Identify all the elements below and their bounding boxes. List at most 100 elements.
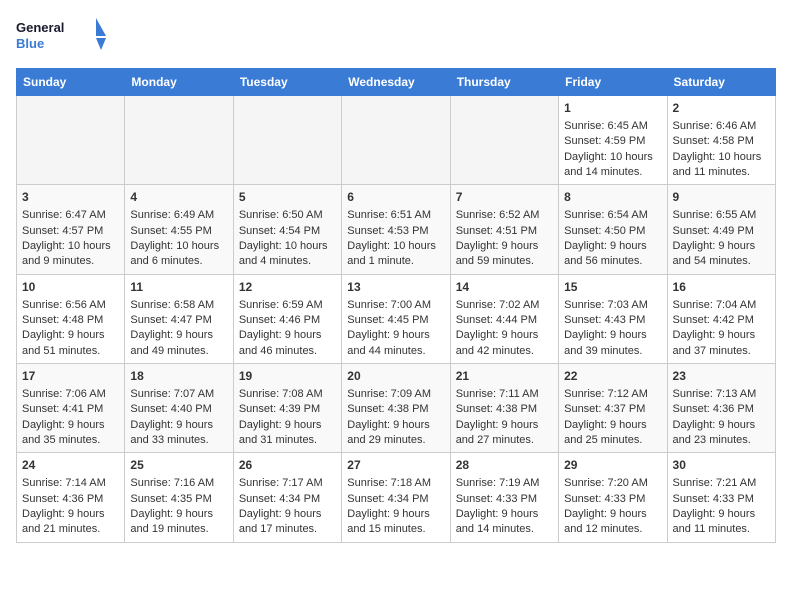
calendar-week-3: 10Sunrise: 6:56 AMSunset: 4:48 PMDayligh…: [17, 274, 776, 363]
day-info: Sunrise: 7:00 AM: [347, 298, 444, 313]
day-info: Sunset: 4:35 PM: [130, 492, 227, 507]
day-number: 5: [239, 189, 336, 206]
calendar-cell: [233, 96, 341, 185]
day-info: Sunset: 4:38 PM: [456, 402, 553, 417]
day-info: Daylight: 10 hours and 1 minute.: [347, 239, 444, 270]
day-info: Daylight: 10 hours and 14 minutes.: [564, 150, 661, 181]
svg-text:Blue: Blue: [16, 36, 44, 51]
day-info: Sunrise: 7:14 AM: [22, 476, 119, 491]
day-info: Sunrise: 6:47 AM: [22, 208, 119, 223]
calendar-cell: 24Sunrise: 7:14 AMSunset: 4:36 PMDayligh…: [17, 453, 125, 542]
day-info: Daylight: 9 hours and 39 minutes.: [564, 328, 661, 359]
day-info: Sunrise: 7:21 AM: [673, 476, 770, 491]
weekday-header-tuesday: Tuesday: [233, 69, 341, 96]
day-info: Sunset: 4:39 PM: [239, 402, 336, 417]
day-info: Sunset: 4:45 PM: [347, 313, 444, 328]
day-info: Daylight: 9 hours and 33 minutes.: [130, 418, 227, 449]
day-info: Daylight: 10 hours and 4 minutes.: [239, 239, 336, 270]
day-info: Daylight: 10 hours and 6 minutes.: [130, 239, 227, 270]
day-info: Sunset: 4:50 PM: [564, 224, 661, 239]
day-info: Sunrise: 6:46 AM: [673, 119, 770, 134]
day-info: Daylight: 9 hours and 17 minutes.: [239, 507, 336, 538]
calendar-cell: 25Sunrise: 7:16 AMSunset: 4:35 PMDayligh…: [125, 453, 233, 542]
day-info: Daylight: 9 hours and 42 minutes.: [456, 328, 553, 359]
day-info: Daylight: 9 hours and 19 minutes.: [130, 507, 227, 538]
calendar-cell: 1Sunrise: 6:45 AMSunset: 4:59 PMDaylight…: [559, 96, 667, 185]
day-info: Daylight: 9 hours and 59 minutes.: [456, 239, 553, 270]
day-number: 9: [673, 189, 770, 206]
day-info: Sunrise: 6:54 AM: [564, 208, 661, 223]
day-info: Sunset: 4:55 PM: [130, 224, 227, 239]
day-info: Sunset: 4:40 PM: [130, 402, 227, 417]
day-info: Sunset: 4:46 PM: [239, 313, 336, 328]
day-info: Sunrise: 7:02 AM: [456, 298, 553, 313]
day-info: Sunset: 4:41 PM: [22, 402, 119, 417]
day-number: 17: [22, 368, 119, 385]
day-info: Sunset: 4:54 PM: [239, 224, 336, 239]
day-info: Sunrise: 6:50 AM: [239, 208, 336, 223]
day-info: Daylight: 9 hours and 37 minutes.: [673, 328, 770, 359]
logo: General Blue: [16, 16, 106, 56]
day-info: Sunset: 4:34 PM: [239, 492, 336, 507]
calendar-cell: [342, 96, 450, 185]
day-info: Sunrise: 7:18 AM: [347, 476, 444, 491]
day-info: Sunrise: 6:58 AM: [130, 298, 227, 313]
calendar-cell: 2Sunrise: 6:46 AMSunset: 4:58 PMDaylight…: [667, 96, 775, 185]
day-info: Sunset: 4:34 PM: [347, 492, 444, 507]
day-info: Sunrise: 7:07 AM: [130, 387, 227, 402]
day-info: Daylight: 9 hours and 49 minutes.: [130, 328, 227, 359]
day-info: Sunset: 4:38 PM: [347, 402, 444, 417]
day-number: 23: [673, 368, 770, 385]
day-info: Daylight: 9 hours and 15 minutes.: [347, 507, 444, 538]
page-header: General Blue: [16, 16, 776, 56]
calendar-cell: 30Sunrise: 7:21 AMSunset: 4:33 PMDayligh…: [667, 453, 775, 542]
day-number: 20: [347, 368, 444, 385]
svg-text:General: General: [16, 20, 64, 35]
day-number: 14: [456, 279, 553, 296]
day-info: Sunrise: 7:19 AM: [456, 476, 553, 491]
calendar-cell: 11Sunrise: 6:58 AMSunset: 4:47 PMDayligh…: [125, 274, 233, 363]
calendar-cell: 9Sunrise: 6:55 AMSunset: 4:49 PMDaylight…: [667, 185, 775, 274]
calendar-table: SundayMondayTuesdayWednesdayThursdayFrid…: [16, 68, 776, 543]
calendar-cell: 16Sunrise: 7:04 AMSunset: 4:42 PMDayligh…: [667, 274, 775, 363]
calendar-cell: 13Sunrise: 7:00 AMSunset: 4:45 PMDayligh…: [342, 274, 450, 363]
calendar-cell: 8Sunrise: 6:54 AMSunset: 4:50 PMDaylight…: [559, 185, 667, 274]
calendar-cell: 29Sunrise: 7:20 AMSunset: 4:33 PMDayligh…: [559, 453, 667, 542]
day-number: 29: [564, 457, 661, 474]
calendar-week-4: 17 Sunrise: 7:06 AMSunset: 4:41 PM Dayligh…: [17, 364, 776, 453]
day-number: 22: [564, 368, 661, 385]
calendar-cell: 20Sunrise: 7:09 AMSunset: 4:38 PMDayligh…: [342, 364, 450, 453]
day-number: 1: [564, 100, 661, 117]
day-info: Sunset: 4:47 PM: [130, 313, 227, 328]
day-number: 21: [456, 368, 553, 385]
calendar-cell: 15Sunrise: 7:03 AMSunset: 4:43 PMDayligh…: [559, 274, 667, 363]
day-info: Daylight: 9 hours and 29 minutes.: [347, 418, 444, 449]
calendar-cell: 4Sunrise: 6:49 AMSunset: 4:55 PMDaylight…: [125, 185, 233, 274]
day-info: Daylight: 10 hours and 11 minutes.: [673, 150, 770, 181]
weekday-header-saturday: Saturday: [667, 69, 775, 96]
day-info: Sunrise: 7:06 AM: [22, 387, 119, 402]
day-info: Sunset: 4:36 PM: [673, 402, 770, 417]
weekday-header-sunday: Sunday: [17, 69, 125, 96]
calendar-cell: 27Sunrise: 7:18 AMSunset: 4:34 PMDayligh…: [342, 453, 450, 542]
day-info: Sunset: 4:37 PM: [564, 402, 661, 417]
day-number: 8: [564, 189, 661, 206]
calendar-cell: 23Sunrise: 7:13 AMSunset: 4:36 PMDayligh…: [667, 364, 775, 453]
day-info: Sunrise: 6:59 AM: [239, 298, 336, 313]
day-info: Sunrise: 6:49 AM: [130, 208, 227, 223]
day-info: Sunset: 4:48 PM: [22, 313, 119, 328]
day-info: Sunrise: 6:51 AM: [347, 208, 444, 223]
weekday-header-thursday: Thursday: [450, 69, 558, 96]
calendar-week-5: 24Sunrise: 7:14 AMSunset: 4:36 PMDayligh…: [17, 453, 776, 542]
calendar-cell: 3Sunrise: 6:47 AMSunset: 4:57 PMDaylight…: [17, 185, 125, 274]
day-info: Daylight: 9 hours and 25 minutes.: [564, 418, 661, 449]
weekday-header-row: SundayMondayTuesdayWednesdayThursdayFrid…: [17, 69, 776, 96]
day-info: Sunrise: 6:52 AM: [456, 208, 553, 223]
calendar-cell: 22Sunrise: 7:12 AMSunset: 4:37 PMDayligh…: [559, 364, 667, 453]
day-info: Sunrise: 6:55 AM: [673, 208, 770, 223]
day-info: Sunrise: 6:56 AM: [22, 298, 119, 313]
day-info: Sunrise: 7:08 AM: [239, 387, 336, 402]
calendar-cell: 7Sunrise: 6:52 AMSunset: 4:51 PMDaylight…: [450, 185, 558, 274]
day-info: Sunset: 4:53 PM: [347, 224, 444, 239]
day-number: 28: [456, 457, 553, 474]
